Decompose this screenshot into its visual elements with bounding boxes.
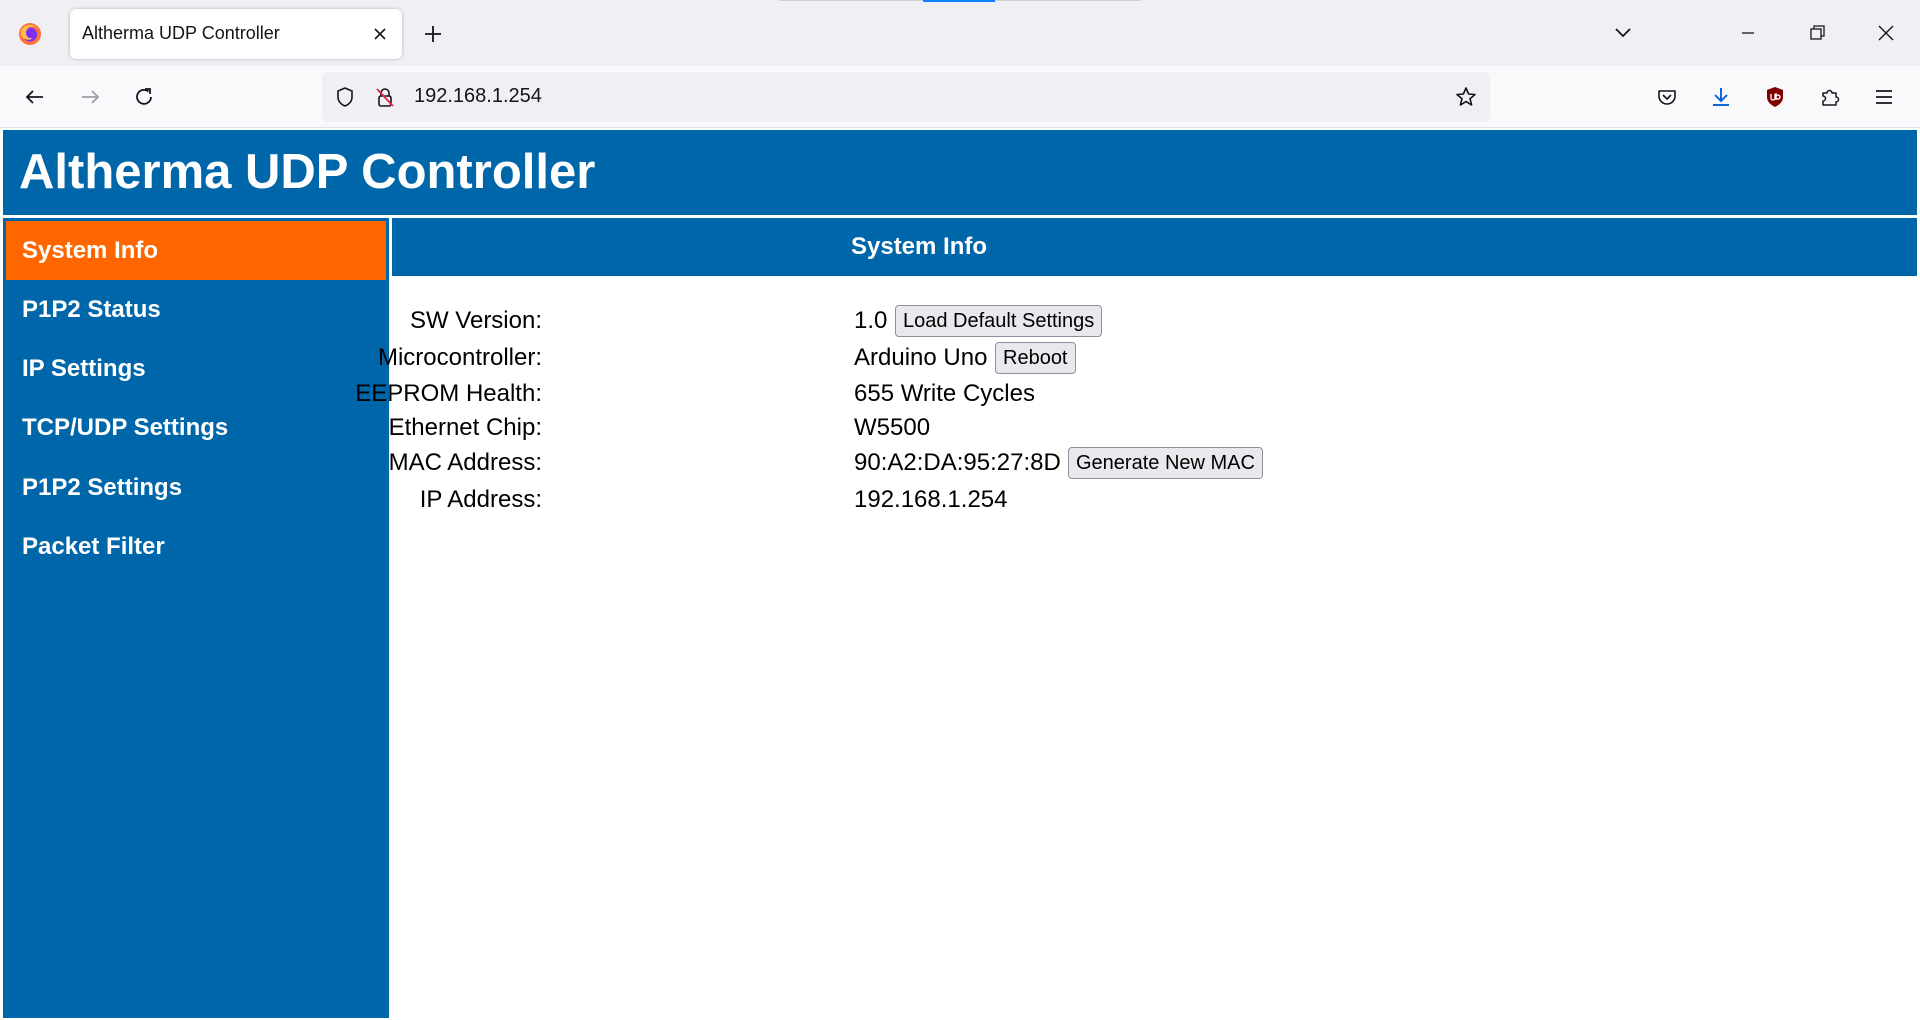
browser-tab-active[interactable]: Altherma UDP Controller <box>70 9 402 59</box>
sidebar-item-p1p2-settings[interactable]: P1P2 Settings <box>6 458 386 517</box>
tab-strip-accent <box>923 0 995 2</box>
minimize-icon[interactable] <box>1735 20 1761 46</box>
content-title: System Info <box>850 233 988 260</box>
info-value: 655 Write Cycles <box>854 380 1035 407</box>
bookmark-star-icon[interactable] <box>1453 84 1479 110</box>
extensions-puzzle-icon[interactable] <box>1817 84 1843 110</box>
info-label: Microcontroller: <box>377 344 542 371</box>
forward-arrow-icon[interactable] <box>77 84 103 110</box>
info-label: MAC Address: <box>388 449 542 476</box>
info-row-ethernet-chip: Ethernet Chip: W5500 <box>388 410 1692 446</box>
pocket-icon[interactable] <box>1654 84 1680 110</box>
info-row-microcontroller: Microcontroller: Arduino Uno Reboot <box>378 340 1692 376</box>
back-arrow-icon[interactable] <box>22 84 48 110</box>
reload-icon[interactable] <box>131 84 157 110</box>
menu-hamburger-icon[interactable] <box>1871 84 1897 110</box>
firefox-logo-icon[interactable] <box>18 22 42 46</box>
web-page: Altherma UDP Controller System Info P1P2… <box>0 128 1920 1020</box>
sidebar-item-ip-settings[interactable]: IP Settings <box>6 339 386 398</box>
tracking-protection-shield-icon[interactable] <box>332 84 358 110</box>
info-row-sw-version: SW Version: 1.0 Load Default Settings <box>392 303 1692 339</box>
sidebar-item-packet-filter[interactable]: Packet Filter <box>6 517 386 576</box>
content-header: System Info <box>392 218 1917 276</box>
generate-new-mac-button[interactable]: Generate New MAC <box>1068 447 1263 479</box>
sidebar: System Info P1P2 Status IP Settings TCP/… <box>3 218 389 1018</box>
insecure-lock-icon[interactable] <box>372 84 398 110</box>
page-title: Altherma UDP Controller <box>19 145 596 199</box>
ublock-origin-icon[interactable] <box>1762 84 1788 110</box>
tab-strip: Altherma UDP Controller <box>0 0 1920 66</box>
url-bar[interactable]: 192.168.1.254 <box>322 72 1490 122</box>
info-label: Ethernet Chip: <box>388 414 542 441</box>
info-label: IP Address: <box>419 486 542 513</box>
load-default-settings-button[interactable]: Load Default Settings <box>895 305 1103 337</box>
sidebar-item-system-info[interactable]: System Info <box>6 221 386 280</box>
restore-icon[interactable] <box>1804 20 1830 46</box>
navigation-toolbar: 192.168.1.254 <box>0 66 1920 128</box>
new-tab-icon[interactable] <box>420 21 446 47</box>
info-row-mac-address: MAC Address: 90:A2:DA:95:27:8D Generate … <box>388 445 1692 481</box>
downloads-icon[interactable] <box>1708 84 1734 110</box>
tab-title: Altherma UDP Controller <box>82 23 280 43</box>
info-value: 192.168.1.254 <box>854 486 1008 513</box>
tab-close-icon[interactable] <box>368 22 392 46</box>
url-text[interactable]: 192.168.1.254 <box>414 85 542 108</box>
info-row-ip-address: IP Address: 192.168.1.254 <box>392 482 1692 518</box>
info-value: Arduino Uno <box>854 344 988 371</box>
info-label: SW Version: <box>409 307 542 334</box>
info-value: 1.0 <box>854 307 888 334</box>
sidebar-item-p1p2-status[interactable]: P1P2 Status <box>6 280 386 339</box>
sidebar-item-tcp-udp-settings[interactable]: TCP/UDP Settings <box>6 398 386 457</box>
info-row-eeprom-health: EEPROM Health: 655 Write Cycles <box>355 376 1692 412</box>
list-all-tabs-chevron-down-icon[interactable] <box>1610 20 1636 46</box>
info-value: W5500 <box>854 414 931 441</box>
reboot-button[interactable]: Reboot <box>995 342 1076 374</box>
info-value: 90:A2:DA:95:27:8D <box>854 449 1061 476</box>
page-header: Altherma UDP Controller <box>3 130 1917 215</box>
info-label: EEPROM Health: <box>355 380 542 407</box>
close-window-icon[interactable] <box>1873 20 1899 46</box>
